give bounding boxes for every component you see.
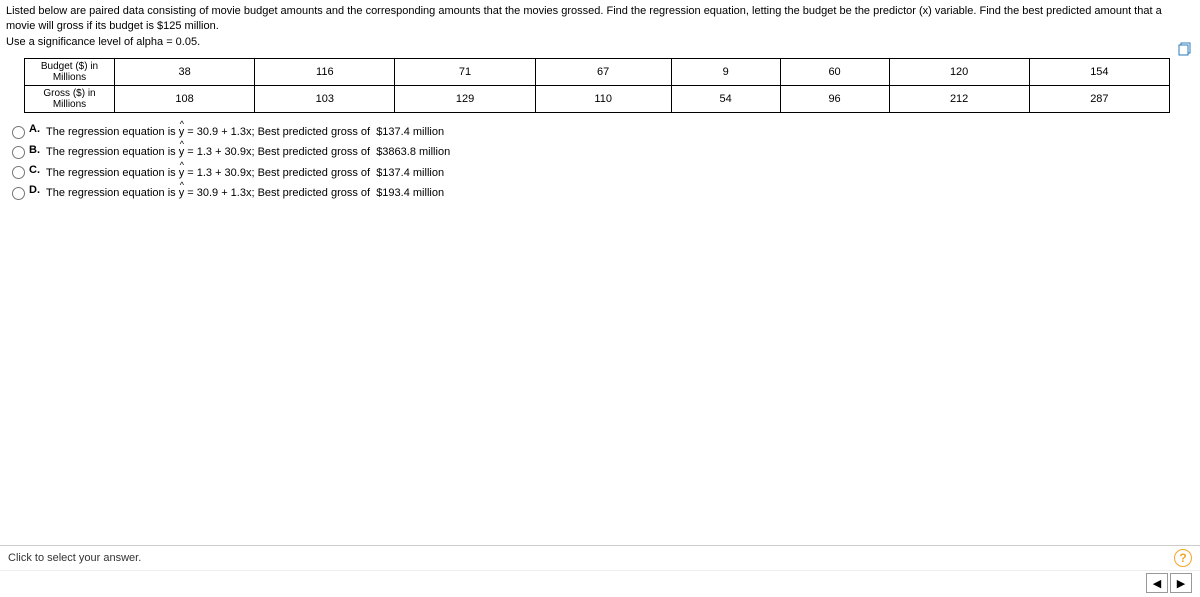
answer-choices: A. The regression equation is y^ = 30.9 … (0, 115, 1200, 200)
question-line2: Use a significance level of alpha = 0.05… (6, 36, 200, 48)
budget-cell: 67 (535, 59, 671, 86)
budget-cell: 38 (115, 59, 255, 86)
radio-b[interactable] (12, 146, 25, 159)
choice-b[interactable]: B. The regression equation is y^ = 1.3 +… (12, 145, 1194, 159)
choice-c-text: The regression equation is y^ = 1.3 + 30… (46, 166, 444, 180)
choice-c[interactable]: C. The regression equation is y^ = 1.3 +… (12, 166, 1194, 180)
choice-a[interactable]: A. The regression equation is y^ = 30.9 … (12, 125, 1194, 139)
choice-d-text: The regression equation is y^ = 30.9 + 1… (46, 186, 444, 200)
footer: Click to select your answer. ? ◀ ▶ (0, 545, 1200, 597)
gross-cell: 212 (889, 86, 1029, 113)
budget-cell: 154 (1029, 59, 1169, 86)
gross-cell: 129 (395, 86, 535, 113)
budget-cell: 60 (780, 59, 889, 86)
radio-a[interactable] (12, 126, 25, 139)
choice-d-label: D. (29, 184, 40, 196)
gross-cell: 287 (1029, 86, 1169, 113)
copy-icon[interactable] (1178, 42, 1192, 56)
choice-c-label: C. (29, 164, 40, 176)
choice-a-label: A. (29, 123, 40, 135)
radio-d[interactable] (12, 187, 25, 200)
budget-cell: 116 (255, 59, 395, 86)
gross-cell: 108 (115, 86, 255, 113)
prev-button[interactable]: ◀ (1146, 573, 1168, 593)
question-prompt: Listed below are paired data consisting … (0, 0, 1200, 52)
prev-icon: ◀ (1153, 577, 1161, 590)
gross-cell: 54 (671, 86, 780, 113)
budget-cell: 71 (395, 59, 535, 86)
gross-cell: 110 (535, 86, 671, 113)
next-button[interactable]: ▶ (1170, 573, 1192, 593)
radio-c[interactable] (12, 166, 25, 179)
budget-cell: 120 (889, 59, 1029, 86)
question-line1: Listed below are paired data consisting … (6, 5, 1162, 32)
gross-cell: 103 (255, 86, 395, 113)
footer-instruction: Click to select your answer. (8, 552, 141, 564)
footer-nav: ◀ ▶ (0, 570, 1200, 597)
footer-top: Click to select your answer. ? (0, 546, 1200, 570)
help-icon-label: ? (1179, 551, 1186, 565)
choice-b-text: The regression equation is y^ = 1.3 + 30… (46, 145, 450, 159)
choice-d[interactable]: D. The regression equation is y^ = 30.9 … (12, 186, 1194, 200)
choice-b-label: B. (29, 144, 40, 156)
next-icon: ▶ (1177, 577, 1185, 590)
gross-row: Gross ($) in Millions 108 103 129 110 54… (25, 86, 1170, 113)
budget-header: Budget ($) in Millions (25, 59, 115, 86)
budget-row: Budget ($) in Millions 38 116 71 67 9 60… (25, 59, 1170, 86)
budget-cell: 9 (671, 59, 780, 86)
data-table-section: Budget ($) in Millions 38 116 71 67 9 60… (0, 52, 1200, 115)
gross-header: Gross ($) in Millions (25, 86, 115, 113)
gross-cell: 96 (780, 86, 889, 113)
help-icon[interactable]: ? (1174, 549, 1192, 567)
choice-a-text: The regression equation is y^ = 30.9 + 1… (46, 125, 444, 139)
data-table: Budget ($) in Millions 38 116 71 67 9 60… (24, 58, 1170, 113)
